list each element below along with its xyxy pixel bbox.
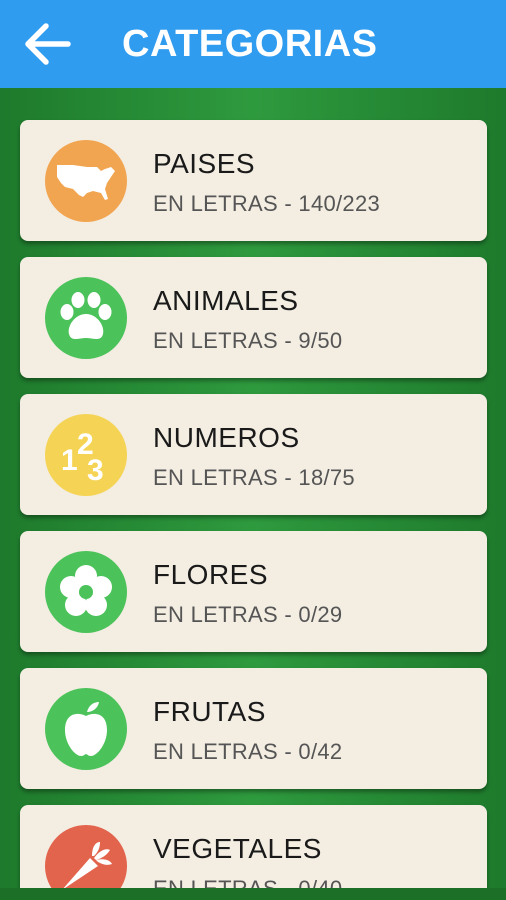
category-card-numeros[interactable]: 1 2 3 NUMEROS EN LETRAS - 18/75: [20, 394, 487, 515]
category-card-frutas[interactable]: FRUTAS EN LETRAS - 0/42: [20, 668, 487, 789]
category-name: ANIMALES: [153, 285, 299, 316]
category-progress: EN LETRAS - 9/50: [153, 328, 343, 353]
flower-icon: [45, 551, 127, 633]
category-name: NUMEROS: [153, 422, 300, 453]
category-progress: EN LETRAS - 18/75: [153, 465, 355, 490]
category-progress: EN LETRAS - 0/29: [153, 602, 343, 627]
category-card-flores[interactable]: FLORES EN LETRAS - 0/29: [20, 531, 487, 652]
svg-text:1: 1: [61, 444, 78, 477]
category-name: PAISES: [153, 148, 256, 179]
page-title: CATEGORIAS: [122, 22, 378, 65]
paw-icon: [45, 277, 127, 359]
category-name: FRUTAS: [153, 696, 266, 727]
category-progress: EN LETRAS - 140/223: [153, 191, 381, 216]
category-card-paises[interactable]: PAISES EN LETRAS - 140/223: [20, 120, 487, 241]
back-button[interactable]: [18, 15, 76, 73]
category-name: FLORES: [153, 559, 269, 590]
category-progress: EN LETRAS - 0/42: [153, 739, 343, 764]
category-name: VEGETALES: [153, 833, 322, 864]
category-card-animales[interactable]: ANIMALES EN LETRAS - 9/50: [20, 257, 487, 378]
app-bar: CATEGORIAS: [0, 0, 506, 88]
category-list: PAISES EN LETRAS - 140/223 ANIMALES EN L…: [0, 88, 506, 900]
usa-map-icon: [45, 140, 127, 222]
svg-text:3: 3: [87, 454, 104, 487]
arrow-left-icon: [25, 23, 71, 65]
numbers-123-icon: 1 2 3: [45, 414, 127, 496]
apple-icon: [45, 688, 127, 770]
bottom-edge: [0, 888, 506, 900]
category-card-vegetales[interactable]: VEGETALES EN LETRAS - 0/40: [20, 805, 487, 900]
